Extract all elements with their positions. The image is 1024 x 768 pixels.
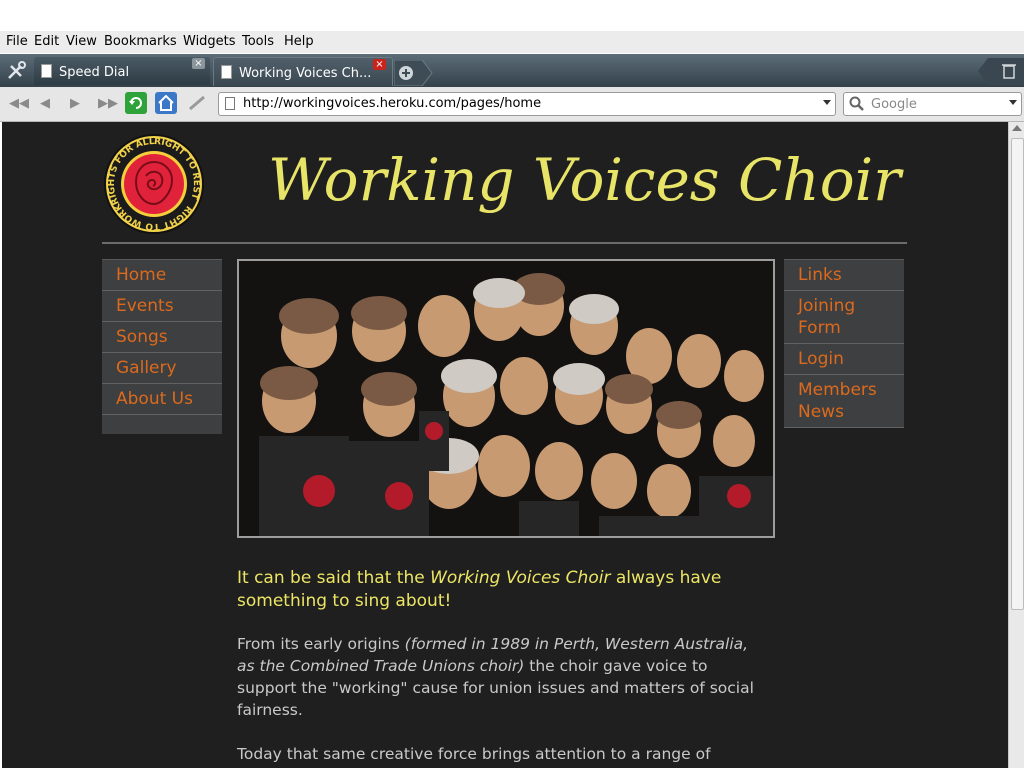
- tab-bar: Speed Dial × Working Voices Ch... ×: [0, 54, 1024, 87]
- menu-tools[interactable]: Tools: [242, 34, 274, 49]
- tab-close-icon[interactable]: ×: [373, 59, 386, 70]
- para1-text: From its early origins: [237, 635, 405, 653]
- search-icon: [849, 96, 864, 111]
- tab-label: Speed Dial: [59, 65, 130, 80]
- navigation-toolbar: ◀◀ ◀ ▶ ▶▶ http://workingvoices.heroku.co…: [0, 87, 1024, 122]
- menu-widgets[interactable]: Widgets: [183, 34, 236, 49]
- tab-close-icon[interactable]: ×: [192, 58, 205, 69]
- vertical-scrollbar[interactable]: [1008, 122, 1024, 768]
- scroll-up-icon[interactable]: [1012, 125, 1022, 131]
- choir-photo: [237, 259, 775, 538]
- page-icon: [41, 64, 52, 78]
- trash-icon[interactable]: [978, 58, 1024, 85]
- search-dropdown-icon[interactable]: [1009, 100, 1017, 105]
- desktop-top-strip: [0, 0, 1024, 31]
- reload-icon[interactable]: [125, 92, 147, 114]
- browser-menubar: File Edit View Bookmarks Widgets Tools H…: [0, 31, 1024, 53]
- rewind-icon[interactable]: ◀◀: [9, 96, 29, 111]
- page-icon: [225, 97, 235, 110]
- tab-label: Working Voices Ch...: [239, 66, 372, 81]
- home-icon[interactable]: [155, 92, 177, 114]
- right-nav-menu: Links Joining Form Login Members News: [784, 259, 904, 428]
- new-tab-icon[interactable]: [394, 60, 434, 86]
- intro-paragraph-1: From its early origins (formed in 1989 i…: [237, 633, 767, 721]
- nav-joining-form[interactable]: Joining Form: [784, 291, 904, 344]
- address-dropdown-icon[interactable]: [823, 100, 831, 105]
- menu-file[interactable]: File: [6, 34, 28, 49]
- nav-about-us[interactable]: About Us: [102, 384, 222, 415]
- nav-login[interactable]: Login: [784, 344, 904, 375]
- nav-events[interactable]: Events: [102, 291, 222, 322]
- menu-edit[interactable]: Edit: [34, 34, 59, 49]
- search-field[interactable]: Google: [843, 92, 1022, 116]
- lead-choir-name: Working Voices Choir: [430, 568, 611, 588]
- web-page: RIGHT TO REST RIGHT TO WORK RIGHTS FOR ALL…: [2, 122, 1008, 768]
- nav-links[interactable]: Links: [784, 260, 904, 291]
- tab-working-voices[interactable]: Working Voices Ch... ×: [213, 57, 393, 86]
- lead-text: It can be said that the: [237, 568, 431, 588]
- nav-members-news[interactable]: Members News: [784, 375, 904, 428]
- tools-icon[interactable]: [6, 61, 26, 81]
- intro-content: It can be said that the Working Voices C…: [237, 567, 767, 768]
- address-url: http://workingvoices.heroku.com/pages/ho…: [243, 96, 542, 111]
- page-icon: [221, 65, 232, 79]
- left-nav-menu: Home Events Songs Gallery About Us: [102, 259, 222, 434]
- search-placeholder: Google: [871, 97, 917, 112]
- menu-bookmarks[interactable]: Bookmarks: [104, 34, 177, 49]
- scrollbar-thumb[interactable]: [1011, 138, 1024, 610]
- intro-lead: It can be said that the Working Voices C…: [237, 567, 767, 613]
- tab-speed-dial[interactable]: Speed Dial ×: [34, 57, 210, 85]
- nav-gallery[interactable]: Gallery: [102, 353, 222, 384]
- header-divider: [102, 242, 907, 244]
- address-bar[interactable]: http://workingvoices.heroku.com/pages/ho…: [218, 92, 836, 116]
- nav-songs[interactable]: Songs: [102, 322, 222, 353]
- menu-view[interactable]: View: [66, 34, 97, 49]
- fast-forward-icon[interactable]: ▶▶: [98, 96, 118, 111]
- edit-icon[interactable]: [188, 95, 208, 111]
- site-title: Working Voices Choir: [268, 146, 901, 214]
- intro-paragraph-2: Today that same creative force brings at…: [237, 745, 711, 763]
- menu-help[interactable]: Help: [284, 34, 314, 49]
- forward-icon[interactable]: ▶: [70, 96, 80, 111]
- choir-logo: RIGHT TO RESTRIGHT TO WORKRIGHTS FOR ALL: [104, 134, 204, 234]
- back-icon[interactable]: ◀: [40, 96, 50, 111]
- nav-home[interactable]: Home: [102, 260, 222, 291]
